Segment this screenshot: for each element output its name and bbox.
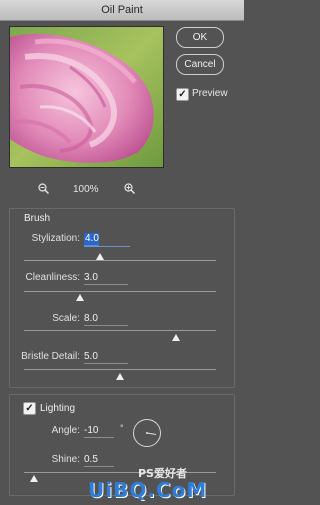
zoom-level: 100% [73,184,99,195]
window-title: Oil Paint [101,4,143,16]
stylization-label: Stylization: [31,233,80,244]
lighting-title: Lighting [40,403,76,414]
stylization-slider-thumb[interactable] [96,253,104,260]
scale-label: Scale: [52,313,80,324]
stylization-input-underline [84,246,130,247]
shine-input[interactable]: 0.5 [84,454,114,467]
ok-button[interactable]: OK [176,27,224,48]
shine-slider-thumb[interactable] [30,475,38,482]
bristle-detail-input[interactable]: 5.0 [84,351,128,364]
angle-label: Angle: [51,425,80,436]
angle-unit: ° [120,423,124,433]
scale-slider-track[interactable] [24,330,216,331]
angle-dial[interactable] [133,419,161,447]
cleanliness-label: Cleanliness: [25,272,80,283]
scale-input[interactable]: 8.0 [84,313,128,326]
angle-input[interactable]: -10 [84,425,114,438]
cleanliness-input[interactable]: 3.0 [84,272,128,285]
angle-dial-needle [146,432,157,435]
window-titlebar: Oil Paint [0,0,244,21]
preview-label: Preview [192,88,228,99]
watermark-logo: UiBQ.CoM [88,478,208,502]
shine-slider-track[interactable] [24,472,216,473]
brush-title: Brush [24,213,51,224]
preview-image[interactable] [9,26,164,168]
cleanliness-slider-track[interactable] [24,291,216,292]
scale-slider-thumb[interactable] [172,334,180,341]
lighting-checkbox[interactable]: ✓ [23,402,36,415]
cancel-button[interactable]: Cancel [176,54,224,75]
preview-checkbox[interactable]: ✓ [176,88,189,101]
zoom-in-icon[interactable] [124,183,136,197]
shine-label: Shine: [51,454,80,465]
bristle-detail-slider-track[interactable] [24,369,216,370]
preview-artwork [10,27,163,167]
ok-button-label: OK [192,32,208,43]
bristle-detail-label: Bristle Detail: [21,351,80,362]
zoom-out-icon[interactable] [38,183,50,197]
stylization-input[interactable]: 4.0 [84,233,99,246]
bristle-detail-slider-thumb[interactable] [116,373,124,380]
cancel-button-label: Cancel [184,59,216,70]
cleanliness-slider-thumb[interactable] [76,294,84,301]
stylization-slider-track[interactable] [24,260,216,261]
